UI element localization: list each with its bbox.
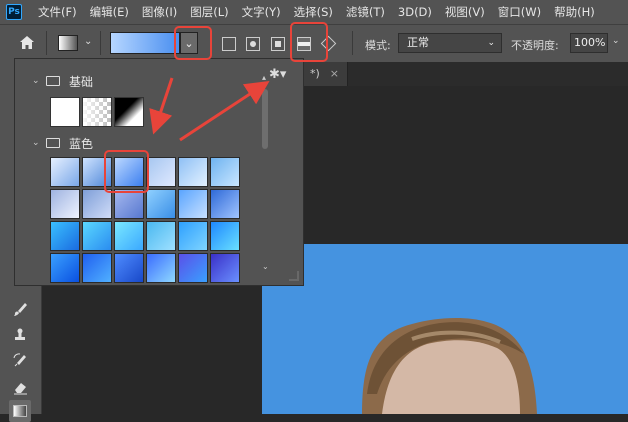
annotation-arrows <box>149 77 270 142</box>
arrow-to-gear <box>179 81 270 142</box>
arrow-to-swatch <box>149 77 174 135</box>
